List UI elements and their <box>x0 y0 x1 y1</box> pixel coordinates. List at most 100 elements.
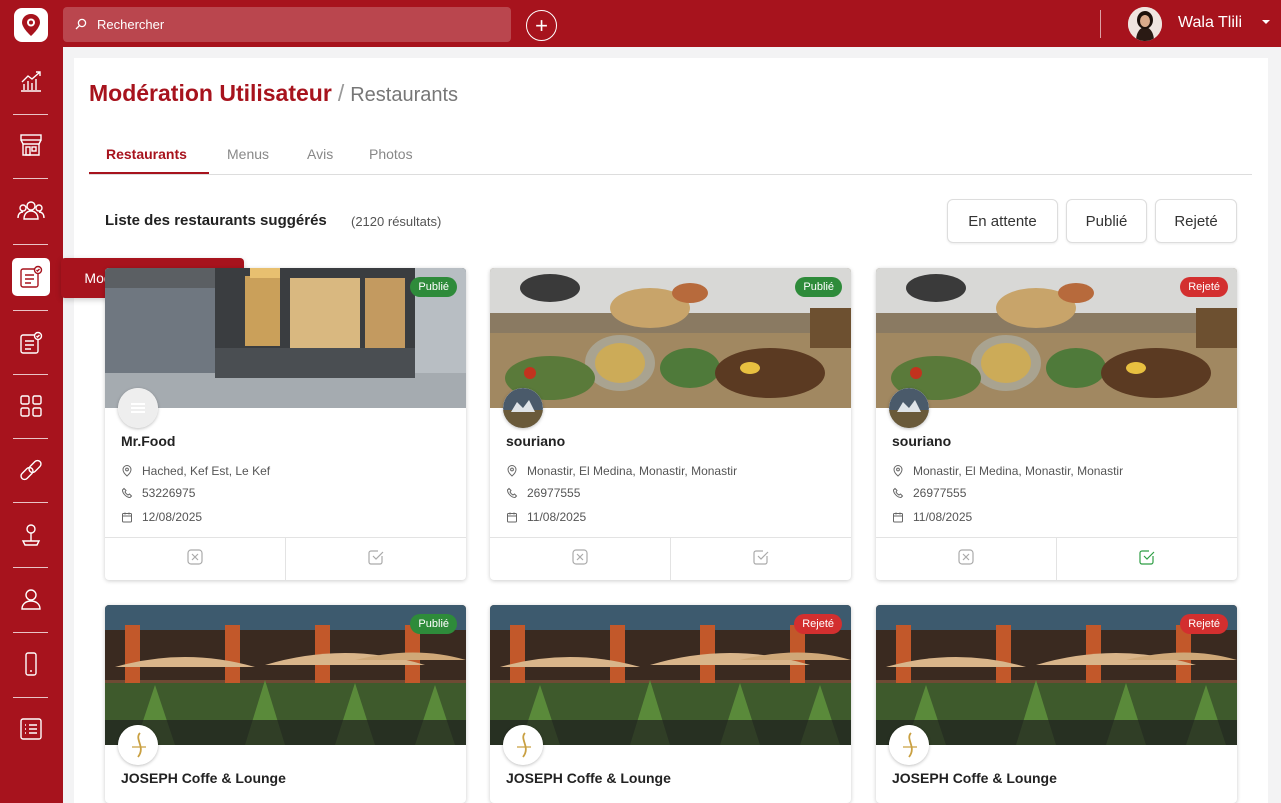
restaurant-address: Monastir, El Medina, Monastir, Monastir <box>913 464 1124 478</box>
profile-icon[interactable] <box>12 580 50 618</box>
address-row: Monastir, El Medina, Monastir, Monastir <box>506 464 737 478</box>
link-icon[interactable] <box>12 451 50 489</box>
sidebar-divider <box>13 178 48 179</box>
top-bar: Rechercher + Wala Tlili <box>0 0 1281 47</box>
restaurant-logo <box>889 388 929 428</box>
restaurant-address: Hached, Kef Est, Le Kef <box>142 464 271 478</box>
restaurant-phone: 53226975 <box>142 486 196 500</box>
reject-button[interactable] <box>876 538 1056 580</box>
restaurant-logo <box>118 725 158 765</box>
sidebar-divider <box>13 310 48 311</box>
plus-icon: + <box>535 12 548 38</box>
breadcrumb-separator: / <box>337 80 345 106</box>
chart-icon[interactable] <box>12 62 50 100</box>
restaurant-icon[interactable] <box>12 126 50 164</box>
list-title: Liste des restaurants suggérés <box>105 212 327 229</box>
phone-row: 53226975 <box>121 486 195 500</box>
search-input[interactable]: Rechercher <box>63 7 511 42</box>
restaurant-name: souriano <box>506 433 566 449</box>
status-badge: Rejeté <box>1180 277 1228 297</box>
card-actions <box>876 537 1237 580</box>
restaurant-phone: 26977555 <box>527 486 581 500</box>
date-row: 11/08/2025 <box>892 510 972 524</box>
restaurant-card[interactable]: Publié souriano Monastir, El Medina, Monas… <box>490 268 851 580</box>
tab-avis[interactable]: Avis <box>307 146 333 162</box>
restaurant-name: JOSEPH Coffe & Lounge <box>506 770 671 786</box>
restaurant-name: Mr.Food <box>121 433 176 449</box>
search-placeholder: Rechercher <box>97 17 165 32</box>
users-icon[interactable] <box>12 192 50 230</box>
date-row: 12/08/2025 <box>121 510 202 524</box>
restaurant-date: 11/08/2025 <box>913 510 973 524</box>
tab-restaurants[interactable]: Restaurants <box>106 146 187 162</box>
avatar[interactable] <box>1128 7 1162 41</box>
approve-button[interactable] <box>1056 538 1237 580</box>
moderation-icon[interactable] <box>12 258 50 296</box>
app-logo[interactable] <box>14 8 48 42</box>
restaurant-card[interactable]: Publié JOSEPH Coffe & Lounge <box>105 605 466 803</box>
restaurant-card[interactable]: Rejeté JOSEPH Coffe & Lounge <box>876 605 1237 803</box>
approve-check-icon <box>367 548 385 571</box>
page-title: Modération Utilisateur / Restaurants <box>89 80 458 107</box>
restaurant-address: Monastir, El Medina, Monastir, Monastir <box>527 464 738 478</box>
restaurant-logo <box>503 388 543 428</box>
tab-bar: Restaurants Menus Avis Photos <box>89 135 1252 175</box>
phone-row: 26977555 <box>892 486 966 500</box>
restaurant-card[interactable]: Rejeté JOSEPH Coffe & Lounge <box>490 605 851 803</box>
approve-check-icon <box>1138 548 1156 571</box>
date-row: 11/08/2025 <box>506 510 586 524</box>
approve-button[interactable] <box>285 538 466 580</box>
chevron-down-icon[interactable] <box>1259 15 1273 29</box>
reject-icon <box>186 548 204 571</box>
phone-icon <box>892 487 904 499</box>
location-pin-icon <box>121 465 133 477</box>
mobile-icon[interactable] <box>12 645 50 683</box>
restaurant-name: JOSEPH Coffe & Lounge <box>121 770 286 786</box>
status-badge: Rejeté <box>1180 614 1228 634</box>
user-name[interactable]: Wala Tlili <box>1178 14 1242 32</box>
sidebar-divider <box>13 567 48 568</box>
filter-en-attente-button[interactable]: En attente <box>947 199 1058 243</box>
restaurant-name: souriano <box>892 433 952 449</box>
sidebar-divider <box>13 374 48 375</box>
breadcrumb-current: Restaurants <box>350 84 459 106</box>
status-badge: Publié <box>795 277 842 297</box>
status-badge: Rejeté <box>794 614 842 634</box>
calendar-icon <box>892 511 904 523</box>
reject-icon <box>571 548 589 571</box>
phone-row: 26977555 <box>506 486 580 500</box>
card-actions <box>105 537 466 580</box>
restaurant-name: JOSEPH Coffe & Lounge <box>892 770 1057 786</box>
grid-icon[interactable] <box>12 387 50 425</box>
moderation-alt-icon[interactable] <box>12 324 50 362</box>
card-actions <box>490 537 851 580</box>
sidebar-divider <box>13 244 48 245</box>
add-button[interactable]: + <box>526 10 557 41</box>
approve-button[interactable] <box>670 538 851 580</box>
restaurant-date: 12/08/2025 <box>142 510 203 524</box>
topbar-divider <box>1100 10 1101 38</box>
status-badge: Publié <box>410 614 457 634</box>
result-count: (2120 résultats) <box>351 214 442 229</box>
tab-photos[interactable]: Photos <box>369 146 413 162</box>
phone-icon <box>506 487 518 499</box>
reject-icon <box>957 548 975 571</box>
location-pin-icon <box>506 465 518 477</box>
restaurant-logo <box>118 388 158 428</box>
sidebar-divider <box>13 697 48 698</box>
reject-button[interactable] <box>490 538 670 580</box>
restaurant-date: 11/08/2025 <box>527 510 587 524</box>
pin-icon[interactable] <box>12 516 50 554</box>
filter-rejete-button[interactable]: Rejeté <box>1155 199 1237 243</box>
page-title-main: Modération Utilisateur <box>89 80 332 106</box>
restaurant-logo <box>503 725 543 765</box>
restaurant-card[interactable]: Publié Mr.Food Hached, Kef Est, Le Kef 5322… <box>105 268 466 580</box>
reject-button[interactable] <box>105 538 285 580</box>
restaurant-card[interactable]: Rejeté souriano Monastir, El Medina, Monas… <box>876 268 1237 580</box>
tab-active-indicator <box>89 172 209 174</box>
calendar-icon <box>121 511 133 523</box>
tab-menus[interactable]: Menus <box>227 146 269 162</box>
filter-publie-button[interactable]: Publié <box>1066 199 1147 243</box>
calendar-icon <box>506 511 518 523</box>
list-icon[interactable] <box>12 710 50 748</box>
